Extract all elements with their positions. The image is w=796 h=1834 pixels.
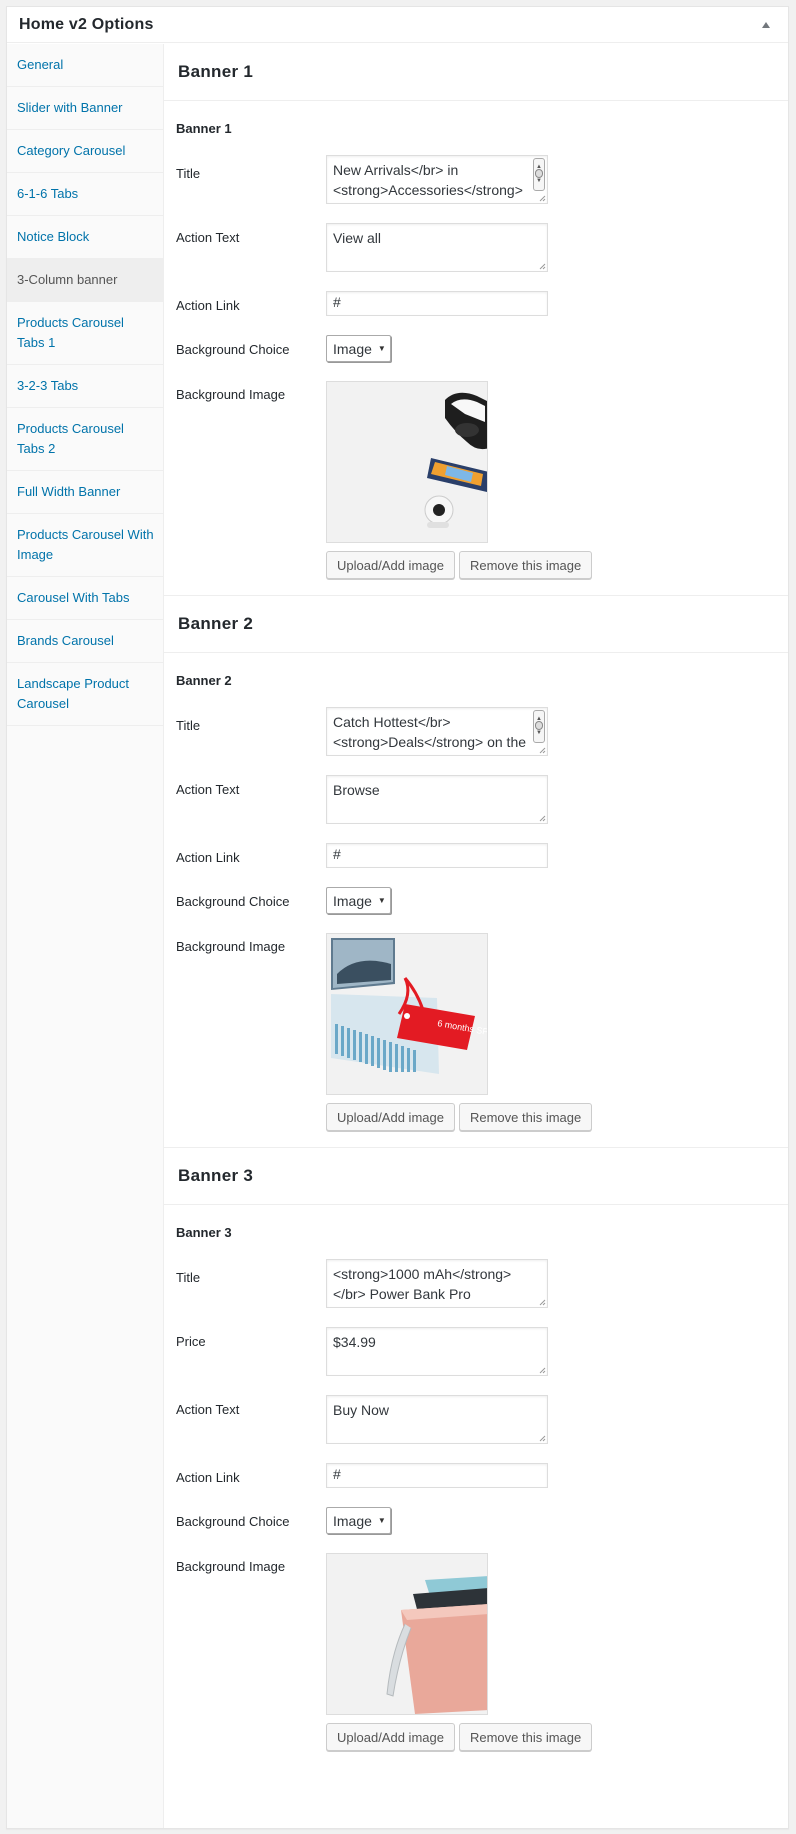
action-link-label: Action Link <box>176 850 240 865</box>
scrollbar[interactable] <box>533 709 545 743</box>
caret-down-icon: ▼ <box>377 1516 386 1525</box>
action-text-label: Action Text <box>176 782 240 797</box>
background-choice-select[interactable]: Image ▼ <box>326 887 391 914</box>
caret-down-icon: ▼ <box>377 896 386 905</box>
title-field-row: Title Catch Hottest</br> <strong>Deals</… <box>164 707 788 775</box>
vr-headset-and-accessories-image <box>326 381 488 543</box>
action-text-textarea[interactable]: Buy Now <box>326 1395 548 1444</box>
background-choice-label: Background Choice <box>176 894 290 909</box>
section-subheading: Banner 2 <box>176 672 232 688</box>
background-image-label: Background Image <box>176 387 286 402</box>
remove-image-button[interactable]: Remove this image <box>458 551 593 579</box>
resize-grip-icon[interactable] <box>538 1434 546 1442</box>
title-field-row: Title <strong>1000 mAh</strong> </br> Po… <box>164 1259 788 1327</box>
action-link-input[interactable]: # <box>326 843 548 868</box>
price-textarea[interactable]: $34.99 <box>326 1327 548 1376</box>
sidebar-item-products-carousel-tabs-2[interactable]: Products Carousel Tabs 2 <box>7 408 164 471</box>
title-field-row: Title New Arrivals</br> in <strong>Acces… <box>164 155 788 223</box>
price-field-row: Price $34.99 <box>164 1327 788 1395</box>
section-heading: Banner 1 <box>164 44 788 101</box>
resize-grip-icon[interactable] <box>538 262 546 270</box>
options-content: Banner 1 Banner 1 Title New Arrivals</br… <box>164 44 788 1828</box>
background-image-field-row: Background Image <box>164 1553 788 1772</box>
sidebar-item-slider-with-banner[interactable]: Slider with Banner <box>7 87 164 130</box>
resize-grip-icon[interactable] <box>538 746 546 754</box>
action-text-textarea[interactable]: View all <box>326 223 548 272</box>
action-text-textarea[interactable]: Browse <box>326 775 548 824</box>
resize-grip-icon[interactable] <box>538 814 546 822</box>
sidebar-item-carousel-with-tabs[interactable]: Carousel With Tabs <box>7 577 164 620</box>
sidebar-item-landscape-product-carousel[interactable]: Landscape Product Carousel <box>7 663 164 726</box>
action-link-field-row: Action Link # <box>164 1463 788 1507</box>
action-link-label: Action Link <box>176 1470 240 1485</box>
price-label: Price <box>176 1334 206 1349</box>
remove-image-button[interactable]: Remove this image <box>458 1723 593 1751</box>
background-choice-field-row: Background Choice Image ▼ <box>164 335 788 381</box>
action-text-field-row: Action Text View all <box>164 223 788 291</box>
action-link-input[interactable]: # <box>326 1463 548 1488</box>
banner-3-section: Banner 3 Banner 3 Title <strong>1000 mAh… <box>164 1148 788 1772</box>
action-text-field-row: Action Text Buy Now <box>164 1395 788 1463</box>
background-choice-field-row: Background Choice Image ▼ <box>164 1507 788 1553</box>
resize-grip-icon[interactable] <box>538 194 546 202</box>
section-heading: Banner 3 <box>164 1148 788 1205</box>
sidebar-item-products-carousel-with-image[interactable]: Products Carousel With Image <box>7 514 164 577</box>
upload-add-image-button[interactable]: Upload/Add image <box>326 1103 455 1131</box>
title-label: Title <box>176 718 201 733</box>
action-text-field-row: Action Text Browse <box>164 775 788 843</box>
caret-down-icon: ▼ <box>377 344 386 353</box>
banner-1-section: Banner 1 Banner 1 Title New Arrivals</br… <box>164 44 788 600</box>
title-textarea[interactable]: <strong>1000 mAh</strong> </br> Power Ba… <box>326 1259 548 1308</box>
spotify-gift-laptop-image: 6 months SPOTIFY <box>326 933 488 1095</box>
background-image-label: Background Image <box>176 939 286 954</box>
section-subheading: Banner 1 <box>176 120 232 136</box>
background-choice-label: Background Choice <box>176 1514 290 1529</box>
upload-add-image-button[interactable]: Upload/Add image <box>326 1723 455 1751</box>
title-label: Title <box>176 1270 201 1285</box>
title-textarea[interactable]: New Arrivals</br> in <strong>Accessories… <box>326 155 548 204</box>
sidebar-item-full-width-banner[interactable]: Full Width Banner <box>7 471 164 514</box>
background-choice-select[interactable]: Image ▼ <box>326 1507 391 1534</box>
action-text-label: Action Text <box>176 1402 240 1417</box>
resize-grip-icon[interactable] <box>538 1298 546 1306</box>
home-v2-options-metabox: Home v2 Options General Slider with Bann… <box>6 6 789 1829</box>
banner-2-section: Banner 2 Banner 2 Title Catch Hottest</b… <box>164 596 788 1152</box>
background-choice-field-row: Background Choice Image ▼ <box>164 887 788 933</box>
sidebar-item-brands-carousel[interactable]: Brands Carousel <box>7 620 164 663</box>
sidebar-item-category-carousel[interactable]: Category Carousel <box>7 130 164 173</box>
section-subheading: Banner 3 <box>176 1224 232 1240</box>
action-link-input[interactable]: # <box>326 291 548 316</box>
sidebar-item-3-column-banner[interactable]: 3-Column banner <box>7 259 164 302</box>
options-sidebar: General Slider with Banner Category Caro… <box>7 44 164 1828</box>
scrollbar[interactable] <box>533 157 545 191</box>
remove-image-button[interactable]: Remove this image <box>458 1103 593 1131</box>
background-choice-label: Background Choice <box>176 342 290 357</box>
action-text-label: Action Text <box>176 230 240 245</box>
section-heading: Banner 2 <box>164 596 788 653</box>
background-image-field-row: Background Image <box>164 381 788 600</box>
background-image-field-row: Background Image <box>164 933 788 1152</box>
action-link-field-row: Action Link # <box>164 843 788 887</box>
power-bank-image <box>326 1553 488 1715</box>
metabox-title: Home v2 Options <box>19 15 154 33</box>
background-image-label: Background Image <box>176 1559 286 1574</box>
background-choice-select[interactable]: Image ▼ <box>326 335 391 362</box>
triangle-up-icon[interactable] <box>756 15 776 35</box>
resize-grip-icon[interactable] <box>538 1366 546 1374</box>
metabox-header[interactable]: Home v2 Options <box>7 7 788 43</box>
title-label: Title <box>176 166 201 181</box>
sidebar-item-6-1-6-tabs[interactable]: 6-1-6 Tabs <box>7 173 164 216</box>
sidebar-item-general[interactable]: General <box>7 44 164 87</box>
sidebar-item-notice-block[interactable]: Notice Block <box>7 216 164 259</box>
action-link-label: Action Link <box>176 298 240 313</box>
upload-add-image-button[interactable]: Upload/Add image <box>326 551 455 579</box>
action-link-field-row: Action Link # <box>164 291 788 335</box>
title-textarea[interactable]: Catch Hottest</br> <strong>Deals</strong… <box>326 707 548 756</box>
sidebar-item-3-2-3-tabs[interactable]: 3-2-3 Tabs <box>7 365 164 408</box>
sidebar-item-products-carousel-tabs-1[interactable]: Products Carousel Tabs 1 <box>7 302 164 365</box>
